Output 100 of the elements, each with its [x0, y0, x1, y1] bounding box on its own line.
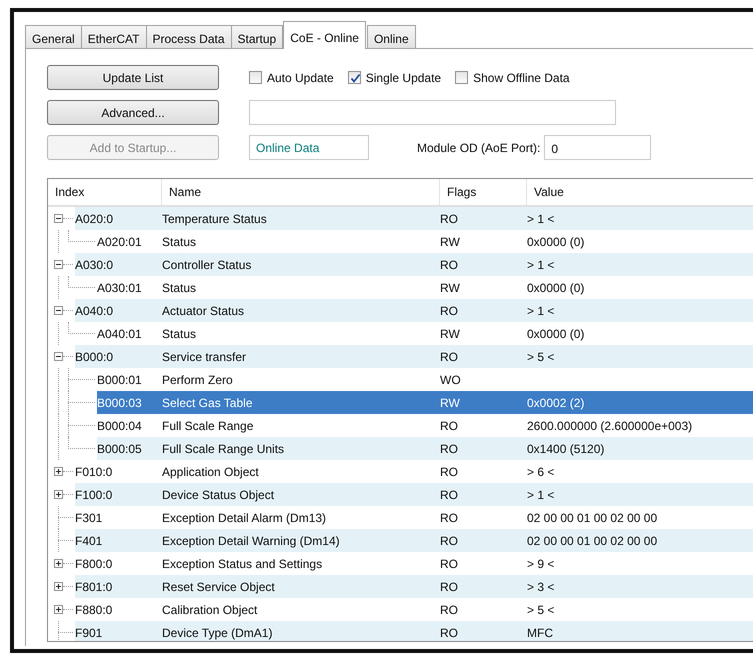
table-row[interactable]: A040:0 Actuator Status RO > 1 <	[75, 299, 753, 322]
value-cell: 0x0002 (2)	[527, 396, 584, 410]
value-cell: > 1 <	[527, 304, 554, 318]
expand-icon[interactable]	[54, 582, 63, 591]
button[interactable]: Update List	[47, 65, 219, 90]
button[interactable]: Advanced...	[47, 100, 219, 125]
index-cell-text: F801:0	[75, 580, 114, 594]
checkbox-label: Auto Update	[267, 70, 334, 84]
checkbox[interactable]	[455, 71, 468, 84]
name-cell-text: Controller Status	[162, 258, 252, 272]
value-cell: 02 00 00 01 00 02 00 00	[527, 510, 658, 524]
value-cell: > 3 <	[527, 580, 554, 594]
index-cell-text: F901	[75, 626, 104, 640]
table-row[interactable]: A030:01 Status RW 0x0000 (0)	[97, 276, 753, 299]
column-header[interactable]: Flags	[440, 179, 527, 205]
table-row[interactable]: A020:0 Temperature Status RO > 1 <	[75, 207, 753, 230]
value-cell: 02 00 00 01 00 02 00 00	[527, 534, 658, 548]
collapse-icon[interactable]	[54, 214, 63, 223]
index-cell-text: A030:01	[97, 280, 143, 294]
flags-cell-text: RO	[440, 510, 459, 524]
name-cell-text: Calibration Object	[162, 602, 258, 616]
index-cell-text: F100:0	[75, 488, 114, 502]
name-cell-text: Status	[162, 280, 198, 294]
table-row[interactable]: F010:0 Application Object RO > 6 <	[75, 460, 753, 483]
column-header[interactable]: Index	[48, 179, 162, 205]
flags-cell-text: RO	[440, 534, 459, 548]
index-cell-text: A020:0	[75, 212, 114, 226]
table-row[interactable]: F301 Exception Detail Alarm (Dm13) RO 02 00 00 01 00 02 00 00	[75, 506, 753, 529]
collapse-icon[interactable]	[54, 352, 63, 361]
index-cell-text: B000:05	[97, 442, 143, 456]
checkbox[interactable]	[249, 71, 262, 84]
index-cell-text: A020:01	[97, 234, 143, 248]
expand-icon[interactable]	[54, 467, 63, 476]
value-cell: MFC	[527, 626, 553, 640]
tab[interactable]: Startup	[230, 25, 284, 48]
table-row[interactable]: F880:0 Calibration Object RO > 5 <	[75, 598, 753, 621]
name-cell-text: Temperature Status	[162, 212, 268, 226]
table-row[interactable]: F100:0 Device Status Object RO > 1 <	[75, 483, 753, 506]
expand-icon[interactable]	[54, 559, 63, 568]
text-field[interactable]	[249, 100, 616, 125]
table-row[interactable]: B000:04 Full Scale Range RO 2600.000000 (2.600000e+003)	[97, 414, 753, 437]
value-cell: > 1 <	[527, 488, 554, 502]
column-header[interactable]: Value	[527, 179, 753, 205]
name-cell-text: Exception Status and Settings	[162, 556, 324, 570]
flags-cell-text: RO	[440, 488, 459, 502]
flags-cell-text: RW	[440, 396, 461, 410]
index-cell-text: A040:0	[75, 304, 114, 318]
tab[interactable]: CoE - Online	[283, 21, 366, 49]
table-row[interactable]: F801:0 Reset Service Object RO > 3 <	[75, 575, 753, 598]
table-row[interactable]: B000:0 Service transfer RO > 5 <	[75, 345, 753, 368]
flags-cell-text: WO	[440, 372, 462, 386]
flags-cell-text: RO	[440, 464, 459, 478]
name-cell-text: Select Gas Table	[162, 396, 254, 410]
flags-cell-text: RO	[440, 626, 459, 640]
module-od-label: Module OD (AoE Port):	[417, 140, 540, 154]
collapse-icon[interactable]	[54, 306, 63, 315]
name-cell-text: Full Scale Range	[162, 418, 254, 432]
value-cell: 0x1400 (5120)	[527, 442, 604, 456]
tab[interactable]: Online	[366, 25, 416, 48]
collapse-icon[interactable]	[54, 260, 63, 269]
index-cell-text: B000:01	[97, 372, 143, 386]
index-cell-text: F880:0	[75, 602, 114, 616]
value-cell: > 9 <	[527, 556, 554, 570]
tab[interactable]: General	[25, 25, 82, 48]
table-row[interactable]: F901 Device Type (DmA1) RO MFC	[75, 621, 753, 641]
table-row[interactable]: A030:0 Controller Status RO > 1 <	[75, 253, 753, 276]
table-row[interactable]: F401 Exception Detail Warning (Dm14) RO 02 00 00 01 00 02 00 00	[75, 529, 753, 552]
name-cell-text: Full Scale Range Units	[162, 442, 286, 456]
port-field[interactable]: 0	[544, 135, 652, 160]
index-cell-text: A030:0	[75, 258, 114, 272]
table-row[interactable]: B000:05 Full Scale Range Units RO 0x1400 (5120)	[97, 437, 753, 460]
index-cell-text: F800:0	[75, 556, 114, 570]
table-row[interactable]: B000:03 Select Gas Table RW 0x0002 (2)	[97, 391, 753, 414]
name-cell-text: Application Object	[162, 464, 260, 478]
checkbox[interactable]	[348, 71, 361, 84]
flags-cell-text: RW	[440, 326, 461, 340]
online-data-field[interactable]: Online Data	[249, 135, 369, 160]
name-cell-text: Status	[162, 234, 198, 248]
expand-icon[interactable]	[54, 605, 63, 614]
table-row[interactable]: A020:01 Status RW 0x0000 (0)	[97, 230, 753, 253]
value-cell: > 1 <	[527, 212, 554, 226]
flags-cell-text: RO	[440, 304, 459, 318]
column-header[interactable]: Name	[162, 179, 440, 205]
flags-cell-text: RO	[440, 602, 459, 616]
table-row[interactable]: A040:01 Status RW 0x0000 (0)	[97, 322, 753, 345]
name-cell-text: Reset Service Object	[162, 580, 276, 594]
tab[interactable]: Process Data	[146, 25, 232, 48]
value-cell: 0x0000 (0)	[527, 326, 584, 340]
table-row[interactable]: B000:01 Perform Zero WO	[97, 368, 753, 391]
checkbox-label: Show Offline Data	[473, 70, 570, 84]
expand-icon[interactable]	[54, 490, 63, 499]
index-cell-text: F401	[75, 534, 104, 548]
tab[interactable]: EtherCAT	[80, 25, 146, 48]
name-cell-text: Device Type (DmA1)	[162, 626, 274, 640]
value-cell: > 6 <	[527, 464, 554, 478]
name-cell-text: Status	[162, 326, 198, 340]
table-row[interactable]: F800:0 Exception Status and Settings RO > 9 <	[75, 552, 753, 575]
name-cell-text: Actuator Status	[162, 304, 246, 318]
index-cell-text: B000:04	[97, 418, 143, 432]
index-cell-text: B000:0	[75, 350, 114, 364]
